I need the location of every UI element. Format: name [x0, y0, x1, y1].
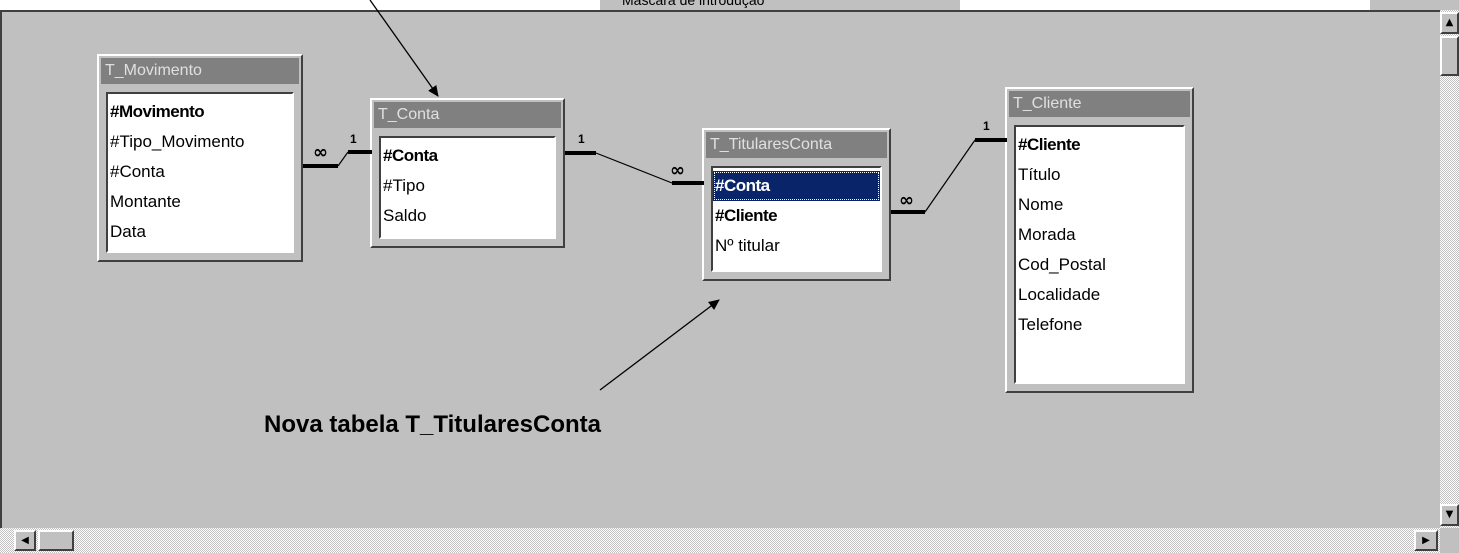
field-item[interactable]: #Cliente — [713, 201, 880, 231]
field-list[interactable]: #Cliente Título Nome Morada Cod_Postal L… — [1014, 125, 1185, 384]
horizontal-scrollbar[interactable]: ◀ ▶ — [0, 528, 1440, 553]
arrow-down-icon[interactable]: ▼ — [1440, 504, 1459, 526]
field-item[interactable]: #Conta — [108, 157, 292, 187]
field-item[interactable]: Nº titular — [713, 231, 880, 261]
field-item[interactable]: Telefone — [1016, 310, 1183, 340]
field-item[interactable]: #Tipo — [381, 171, 554, 201]
scroll-thumb-horizontal[interactable] — [38, 530, 74, 551]
field-item-selected[interactable]: #Conta — [713, 171, 880, 201]
arrow-up-icon[interactable]: ▲ — [1440, 12, 1459, 34]
field-item[interactable]: Saldo — [381, 201, 554, 231]
field-item[interactable]: Montante — [108, 187, 292, 217]
field-item[interactable]: Cod_Postal — [1016, 250, 1183, 280]
field-item[interactable]: Nome — [1016, 190, 1183, 220]
field-item[interactable]: #Movimento — [108, 97, 292, 127]
table-window-cliente[interactable]: T_Cliente #Cliente Título Nome Morada Co… — [1005, 87, 1194, 393]
arrow-left-icon[interactable]: ◀ — [14, 530, 36, 551]
field-item[interactable]: Título — [1016, 160, 1183, 190]
table-title[interactable]: T_Movimento — [101, 58, 299, 84]
field-item[interactable]: Localidade — [1016, 280, 1183, 310]
table-window-conta[interactable]: T_Conta #Conta #Tipo Saldo — [370, 98, 565, 248]
table-title[interactable]: T_TitularesConta — [706, 132, 887, 158]
field-item[interactable]: Data — [108, 217, 292, 247]
field-list[interactable]: #Movimento #Tipo_Movimento #Conta Montan… — [106, 92, 294, 253]
field-list[interactable]: #Conta #Tipo Saldo — [379, 136, 556, 239]
annotation-label: Nova tabela T_TitularesConta — [264, 411, 601, 438]
field-item[interactable]: Morada — [1016, 220, 1183, 250]
scrollbar-corner — [1440, 528, 1459, 553]
field-item[interactable]: #Conta — [381, 141, 554, 171]
top-tab-label: Máscara de introdução — [622, 0, 765, 8]
table-window-movimento[interactable]: T_Movimento #Movimento #Tipo_Movimento #… — [97, 54, 303, 262]
field-item[interactable]: #Tipo_Movimento — [108, 127, 292, 157]
scroll-thumb-vertical[interactable] — [1440, 36, 1459, 76]
arrow-right-icon[interactable]: ▶ — [1414, 530, 1438, 551]
field-item[interactable]: #Cliente — [1016, 130, 1183, 160]
table-window-titulares[interactable]: T_TitularesConta #Conta #Cliente Nº titu… — [702, 128, 891, 281]
table-title[interactable]: T_Conta — [374, 102, 561, 128]
vertical-scrollbar[interactable]: ▲ ▼ — [1440, 10, 1459, 528]
table-title[interactable]: T_Cliente — [1009, 91, 1190, 117]
field-list[interactable]: #Conta #Cliente Nº titular — [711, 166, 882, 272]
